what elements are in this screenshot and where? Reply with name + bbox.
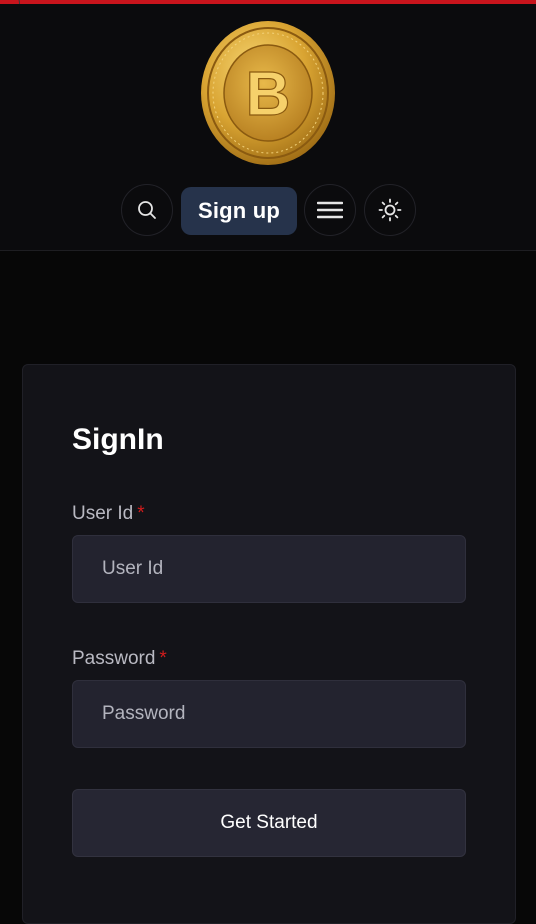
required-mark: *	[159, 648, 167, 669]
site-header: B Sign up	[0, 4, 536, 251]
header-nav: Sign up	[0, 184, 536, 236]
signin-card: SignIn User Id* Password* Get Started	[22, 364, 516, 924]
required-mark: *	[137, 503, 145, 524]
search-icon	[138, 201, 156, 219]
password-label-text: Password	[72, 648, 156, 669]
menu-button[interactable]	[304, 184, 356, 236]
user-id-input[interactable]	[72, 535, 466, 603]
signin-title: SignIn	[72, 423, 164, 456]
password-input[interactable]	[72, 680, 466, 748]
user-id-label-text: User Id	[72, 503, 134, 524]
sun-icon	[378, 198, 402, 222]
bitcoin-logo-icon[interactable]: B	[200, 20, 336, 166]
logo-letter: B	[246, 60, 291, 129]
hamburger-menu-icon	[317, 201, 343, 219]
get-started-button[interactable]: Get Started	[72, 789, 466, 857]
password-label: Password *	[72, 648, 167, 670]
theme-toggle-button[interactable]	[364, 184, 416, 236]
user-id-label: User Id *	[72, 503, 145, 525]
signup-button[interactable]: Sign up	[181, 187, 297, 235]
search-button[interactable]	[121, 184, 173, 236]
